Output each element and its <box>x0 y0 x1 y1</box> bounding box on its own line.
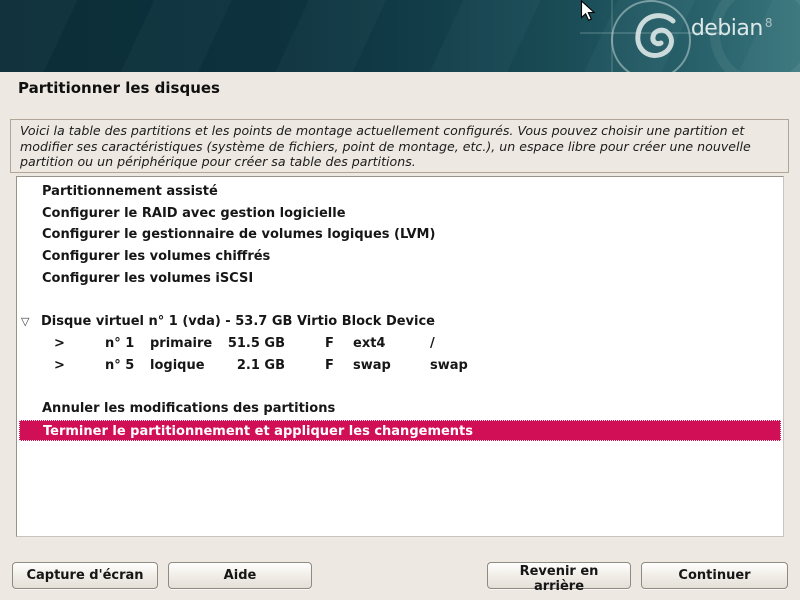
disk-header-row[interactable]: ▽ Disque virtuel n° 1 (vda) - 53.7 GB Vi… <box>17 311 783 333</box>
go-back-button[interactable]: Revenir en arrière <box>487 562 631 589</box>
partition-list: Partitionnement assisté Configurer le RA… <box>16 176 784 537</box>
disk-label: Disque virtuel n° 1 (vda) - 53.7 GB Virt… <box>41 311 435 333</box>
partition-filesystem: ext4 <box>353 333 385 355</box>
spacer-row <box>17 376 783 398</box>
list-item-label: Configurer les volumes iSCSI <box>42 271 253 286</box>
spacer-row <box>17 289 783 311</box>
partition-filesystem: swap <box>353 355 391 377</box>
list-item-label: Annuler les modifications des partitions <box>42 401 335 416</box>
partition-number: n° 5 <box>105 355 134 377</box>
list-item-configure-lvm[interactable]: Configurer le gestionnaire de volumes lo… <box>17 224 783 246</box>
list-item-configure-iscsi[interactable]: Configurer les volumes iSCSI <box>17 268 783 290</box>
list-item-configure-raid[interactable]: Configurer le RAID avec gestion logiciel… <box>17 203 783 225</box>
expander-down-icon[interactable]: ▽ <box>21 311 37 333</box>
screenshot-button[interactable]: Capture d'écran <box>12 562 158 589</box>
partition-size: 2.1 GB <box>197 355 285 377</box>
partition-flag: F <box>325 355 334 377</box>
list-item-label: Configurer les volumes chiffrés <box>42 249 270 264</box>
brand-logo-text: debian8 <box>691 16 772 41</box>
partition-marker-icon: > <box>54 355 65 377</box>
list-item-guided-partitioning[interactable]: Partitionnement assisté <box>17 181 783 203</box>
list-item-label: Partitionnement assisté <box>42 184 218 199</box>
page-title: Partitionner les disques <box>18 79 220 97</box>
description-box: Voici la table des partitions et les poi… <box>10 119 789 173</box>
list-item-label: Configurer le RAID avec gestion logiciel… <box>42 206 346 221</box>
mouse-cursor-icon <box>580 0 597 22</box>
partition-number: n° 1 <box>105 333 134 355</box>
partition-row[interactable]: > n° 1 primaire 51.5 GB F ext4 / <box>17 333 783 355</box>
list-item-label: Configurer le gestionnaire de volumes lo… <box>42 227 435 242</box>
list-item-configure-encrypted[interactable]: Configurer les volumes chiffrés <box>17 246 783 268</box>
partition-size: 51.5 GB <box>197 333 285 355</box>
list-item-undo-changes[interactable]: Annuler les modifications des partitions <box>17 398 783 420</box>
partition-marker-icon: > <box>54 333 65 355</box>
installer-banner: debian8 <box>0 0 800 72</box>
continue-button[interactable]: Continuer <box>641 562 788 589</box>
help-button[interactable]: Aide <box>168 562 312 589</box>
brand-version: 8 <box>765 16 772 30</box>
partition-mountpoint: swap <box>430 355 468 377</box>
list-item-finish-partitioning-selected[interactable]: Terminer le partitionnement et appliquer… <box>19 420 781 442</box>
partition-flag: F <box>325 333 334 355</box>
partition-mountpoint: / <box>430 333 435 355</box>
partition-row[interactable]: > n° 5 logique 2.1 GB F swap swap <box>17 355 783 377</box>
